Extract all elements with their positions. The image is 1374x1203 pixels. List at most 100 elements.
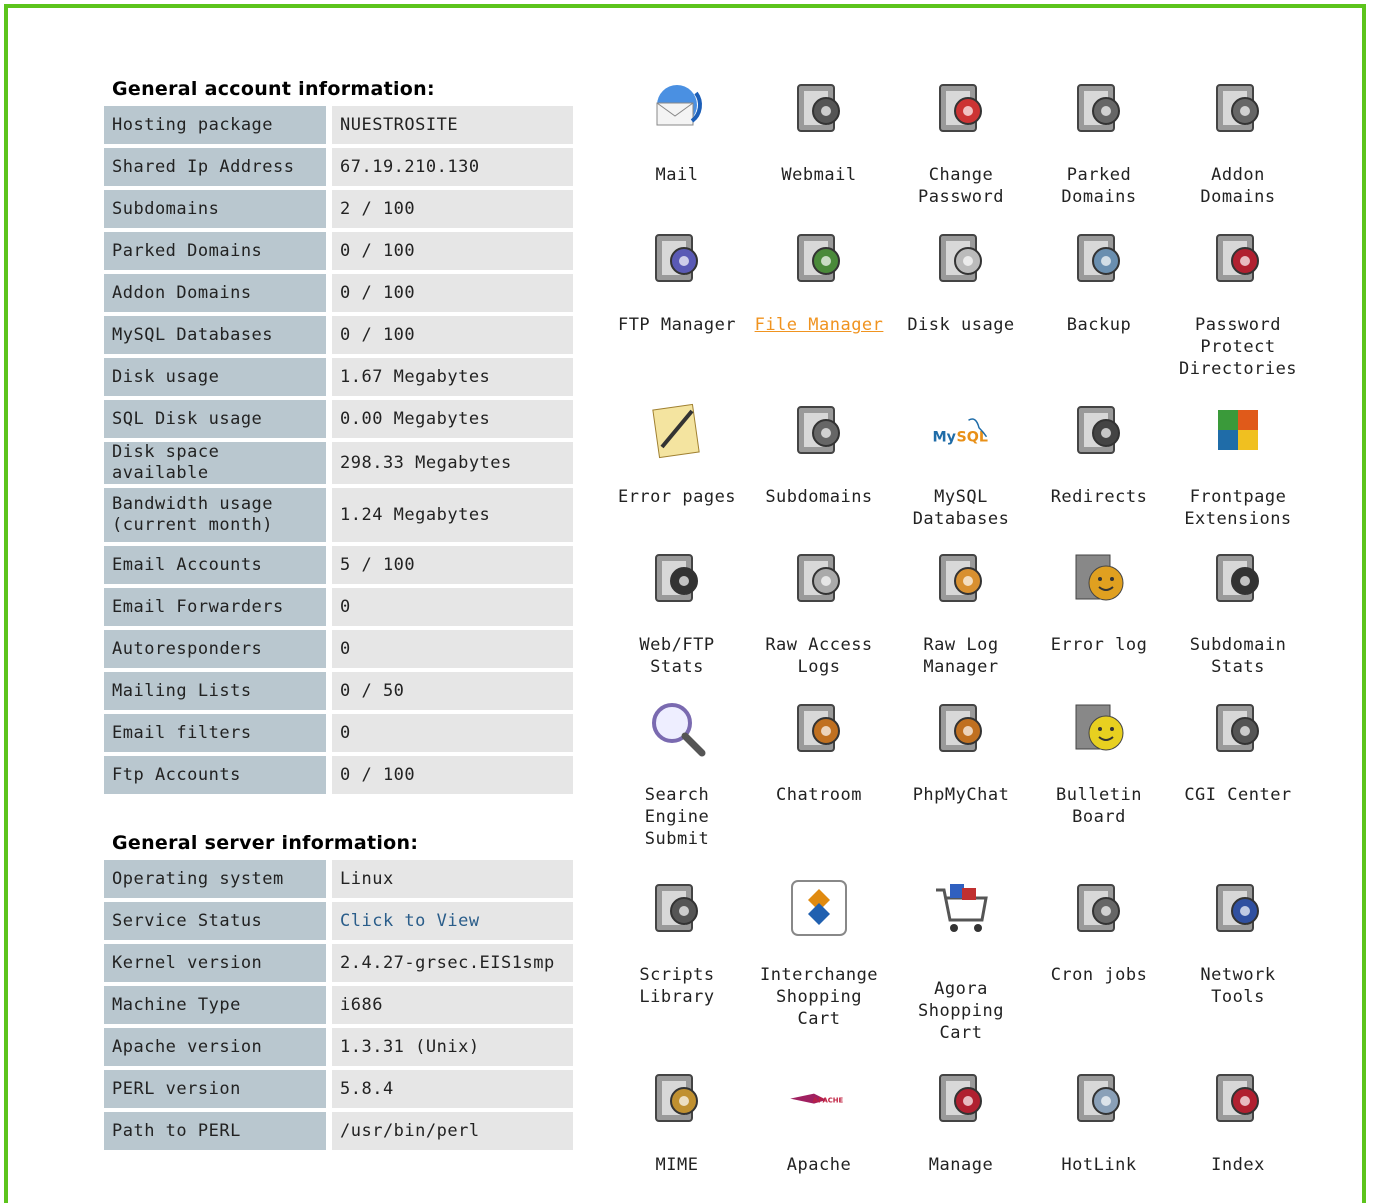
feature-label[interactable]: CGI Center bbox=[1169, 784, 1307, 806]
feature-label[interactable]: Webmail bbox=[750, 164, 888, 186]
feature-web-ftp-stats[interactable]: Web/FTP Stats bbox=[608, 548, 746, 678]
feature-label[interactable]: File Manager bbox=[750, 314, 888, 336]
feature-label[interactable]: HotLink bbox=[1030, 1154, 1168, 1176]
frontpage-icon[interactable] bbox=[1208, 400, 1268, 460]
feature-label[interactable]: Redirects bbox=[1030, 486, 1168, 508]
feature-ftp-manager[interactable]: FTP Manager bbox=[608, 228, 746, 336]
raw-access-logs-icon[interactable] bbox=[789, 548, 849, 608]
feature-label[interactable]: MySQL Databases bbox=[892, 486, 1030, 530]
feature-label[interactable]: Bulletin Board bbox=[1030, 784, 1168, 828]
feature-label[interactable]: Manage bbox=[892, 1154, 1030, 1176]
mime-icon[interactable] bbox=[647, 1068, 707, 1128]
feature-webmail[interactable]: Webmail bbox=[750, 78, 888, 186]
feature-bulletin-board[interactable]: Bulletin Board bbox=[1030, 698, 1168, 828]
feature-label[interactable]: Raw Access Logs bbox=[750, 634, 888, 678]
feature-label[interactable]: Disk usage bbox=[892, 314, 1030, 336]
feature-chatroom[interactable]: Chatroom bbox=[750, 698, 888, 806]
feature-interchange-shopping-cart[interactable]: Interchange Shopping Cart bbox=[750, 878, 888, 1030]
feature-label[interactable]: Subdomains bbox=[750, 486, 888, 508]
feature-label[interactable]: Search Engine Submit bbox=[608, 784, 746, 850]
feature-label[interactable]: Raw Log Manager bbox=[892, 634, 1030, 678]
feature-apache[interactable]: APACHE Apache bbox=[750, 1068, 888, 1176]
feature-backup[interactable]: Backup bbox=[1030, 228, 1168, 336]
change-password-icon[interactable] bbox=[931, 78, 991, 138]
feature-label[interactable]: Index bbox=[1169, 1154, 1307, 1176]
feature-label[interactable]: Password Protect Directories bbox=[1169, 314, 1307, 380]
error-log-icon[interactable] bbox=[1069, 548, 1129, 608]
feature-label[interactable]: Frontpage Extensions bbox=[1169, 486, 1307, 530]
feature-error-log[interactable]: Error log bbox=[1030, 548, 1168, 656]
feature-label[interactable]: Interchange Shopping Cart bbox=[750, 964, 888, 1030]
manage-icon[interactable] bbox=[931, 1068, 991, 1128]
feature-change-password[interactable]: Change Password bbox=[892, 78, 1030, 208]
feature-disk-usage[interactable]: Disk usage bbox=[892, 228, 1030, 336]
feature-label[interactable]: Scripts Library bbox=[608, 964, 746, 1008]
interchange-cart-icon[interactable] bbox=[789, 878, 849, 938]
feature-network-tools[interactable]: Network Tools bbox=[1169, 878, 1307, 1008]
feature-scripts-library[interactable]: Scripts Library bbox=[608, 878, 746, 1008]
cgi-center-icon[interactable] bbox=[1208, 698, 1268, 758]
feature-hotlink[interactable]: HotLink bbox=[1030, 1068, 1168, 1176]
feature-raw-log-manager[interactable]: Raw Log Manager bbox=[892, 548, 1030, 678]
error-pages-icon[interactable] bbox=[647, 400, 707, 460]
feature-cgi-center[interactable]: CGI Center bbox=[1169, 698, 1307, 806]
feature-label[interactable]: Apache bbox=[750, 1154, 888, 1176]
redirects-icon[interactable] bbox=[1069, 400, 1129, 460]
backup-icon[interactable] bbox=[1069, 228, 1129, 288]
feature-file-manager[interactable]: File Manager bbox=[750, 228, 888, 336]
chatroom-icon[interactable] bbox=[789, 698, 849, 758]
feature-subdomain-stats[interactable]: Subdomain Stats bbox=[1169, 548, 1307, 678]
feature-parked-domains[interactable]: Parked Domains bbox=[1030, 78, 1168, 208]
raw-log-manager-icon[interactable] bbox=[931, 548, 991, 608]
agora-cart-icon[interactable] bbox=[931, 878, 991, 938]
feature-label[interactable]: Parked Domains bbox=[1030, 164, 1168, 208]
subdomains-icon[interactable] bbox=[789, 400, 849, 460]
feature-label[interactable]: FTP Manager bbox=[608, 314, 746, 336]
feature-index[interactable]: Index bbox=[1169, 1068, 1307, 1176]
feature-label[interactable]: Web/FTP Stats bbox=[608, 634, 746, 678]
scripts-library-icon[interactable] bbox=[647, 878, 707, 938]
service-status-link[interactable]: Click to View bbox=[332, 902, 573, 940]
mysql-icon[interactable]: My SQL bbox=[931, 400, 991, 460]
feature-label[interactable]: Change Password bbox=[892, 164, 1030, 208]
file-manager-icon[interactable] bbox=[789, 228, 849, 288]
search-engine-icon[interactable] bbox=[647, 698, 707, 758]
feature-phpmychat[interactable]: PhpMyChat bbox=[892, 698, 1030, 806]
feature-mysql-databases[interactable]: My SQL MySQL Databases bbox=[892, 400, 1030, 530]
feature-redirects[interactable]: Redirects bbox=[1030, 400, 1168, 508]
feature-manage[interactable]: Manage bbox=[892, 1068, 1030, 1176]
feature-label[interactable]: Error pages bbox=[608, 486, 746, 508]
hotlink-icon[interactable] bbox=[1069, 1068, 1129, 1128]
feature-agora-shopping-cart[interactable]: Agora Shopping Cart bbox=[892, 878, 1030, 1044]
addon-domains-icon[interactable] bbox=[1208, 78, 1268, 138]
feature-subdomains[interactable]: Subdomains bbox=[750, 400, 888, 508]
webmail-icon[interactable] bbox=[789, 78, 849, 138]
feature-frontpage-extensions[interactable]: Frontpage Extensions bbox=[1169, 400, 1307, 530]
network-tools-icon[interactable] bbox=[1208, 878, 1268, 938]
feature-label[interactable]: Addon Domains bbox=[1169, 164, 1307, 208]
feature-mail[interactable]: Mail bbox=[608, 78, 746, 186]
feature-label[interactable]: Agora Shopping Cart bbox=[892, 978, 1030, 1044]
phpmychat-icon[interactable] bbox=[931, 698, 991, 758]
feature-label[interactable]: Mail bbox=[608, 164, 746, 186]
apache-icon[interactable]: APACHE bbox=[789, 1068, 849, 1128]
ftp-manager-icon[interactable] bbox=[647, 228, 707, 288]
mail-icon[interactable] bbox=[647, 78, 707, 138]
feature-cron-jobs[interactable]: Cron jobs bbox=[1030, 878, 1168, 986]
feature-label[interactable]: PhpMyChat bbox=[892, 784, 1030, 806]
feature-label[interactable]: Subdomain Stats bbox=[1169, 634, 1307, 678]
disk-usage-icon[interactable] bbox=[931, 228, 991, 288]
index-icon[interactable] bbox=[1208, 1068, 1268, 1128]
feature-addon-domains[interactable]: Addon Domains bbox=[1169, 78, 1307, 208]
bulletin-board-icon[interactable] bbox=[1069, 698, 1129, 758]
cron-jobs-icon[interactable] bbox=[1069, 878, 1129, 938]
feature-raw-access-logs[interactable]: Raw Access Logs bbox=[750, 548, 888, 678]
feature-password-protect-directories[interactable]: Password Protect Directories bbox=[1169, 228, 1307, 380]
feature-label[interactable]: Chatroom bbox=[750, 784, 888, 806]
feature-label[interactable]: Backup bbox=[1030, 314, 1168, 336]
feature-label[interactable]: MIME bbox=[608, 1154, 746, 1176]
feature-search-engine-submit[interactable]: Search Engine Submit bbox=[608, 698, 746, 850]
web-ftp-stats-icon[interactable] bbox=[647, 548, 707, 608]
feature-label[interactable]: Cron jobs bbox=[1030, 964, 1168, 986]
subdomain-stats-icon[interactable] bbox=[1208, 548, 1268, 608]
